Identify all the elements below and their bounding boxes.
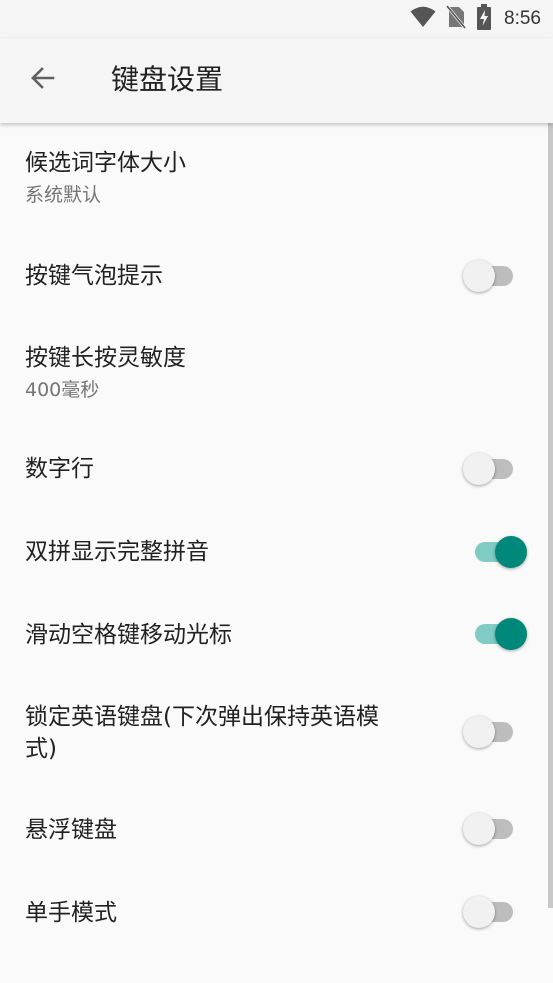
scrollbar[interactable] xyxy=(548,123,553,908)
space-cursor-switch[interactable] xyxy=(475,618,527,650)
floating-keyboard-switch[interactable] xyxy=(463,813,513,845)
screen: 8:56 键盘设置 候选词字体大小 系统默认 按键气泡提示 按键长按灵敏度 40… xyxy=(0,0,553,983)
setting-title: 双拼显示完整拼音 xyxy=(25,539,209,565)
status-time: 8:56 xyxy=(504,8,541,29)
setting-title: 按键气泡提示 xyxy=(25,263,163,289)
setting-number-row[interactable]: 数字行 xyxy=(0,427,553,511)
setting-shuangpin-full-pinyin[interactable]: 双拼显示完整拼音 xyxy=(0,511,553,594)
setting-title: 悬浮键盘 xyxy=(25,817,117,843)
setting-summary: 系统默认 xyxy=(25,184,102,206)
switch-thumb xyxy=(463,716,495,748)
setting-title: 锁定英语键盘(下次弹出保持英语模式) xyxy=(25,704,379,762)
setting-candidate-font-size[interactable]: 候选词字体大小 系统默认 xyxy=(0,123,553,233)
shuangpin-full-pinyin-switch[interactable] xyxy=(475,536,527,568)
arrow-left-icon xyxy=(29,65,55,95)
no-sim-icon xyxy=(445,5,467,33)
status-icons: 8:56 xyxy=(410,4,541,34)
setting-title: 按键长按灵敏度 xyxy=(25,345,186,371)
lock-english-keyboard-switch[interactable] xyxy=(463,716,513,748)
wifi-icon xyxy=(410,6,436,32)
switch-thumb xyxy=(495,536,527,568)
switch-thumb xyxy=(463,813,495,845)
setting-floating-keyboard[interactable]: 悬浮键盘 xyxy=(0,789,553,872)
setting-lock-english-keyboard[interactable]: 锁定英语键盘(下次弹出保持英语模式) xyxy=(0,677,553,789)
back-button[interactable] xyxy=(14,52,70,108)
switch-thumb xyxy=(495,618,527,650)
switch-thumb xyxy=(463,260,495,292)
status-bar: 8:56 xyxy=(0,0,553,38)
key-popup-switch[interactable] xyxy=(463,260,513,292)
setting-key-popup[interactable]: 按键气泡提示 xyxy=(0,233,553,317)
setting-title: 单手模式 xyxy=(25,900,117,926)
app-bar: 键盘设置 xyxy=(0,38,553,123)
setting-one-handed-mode[interactable]: 单手模式 xyxy=(0,872,553,955)
page-title: 键盘设置 xyxy=(111,63,224,96)
setting-title: 候选词字体大小 xyxy=(25,150,186,176)
setting-title: 滑动空格键移动光标 xyxy=(25,622,232,648)
switch-thumb xyxy=(463,896,495,928)
switch-thumb xyxy=(463,453,495,485)
setting-title: 数字行 xyxy=(25,456,94,482)
battery-charging-icon xyxy=(476,4,492,34)
setting-summary: 400毫秒 xyxy=(25,379,100,401)
one-handed-mode-switch[interactable] xyxy=(463,896,513,928)
setting-long-press-sensitivity[interactable]: 按键长按灵敏度 400毫秒 xyxy=(0,317,553,427)
setting-space-cursor[interactable]: 滑动空格键移动光标 xyxy=(0,594,553,677)
number-row-switch[interactable] xyxy=(463,453,513,485)
